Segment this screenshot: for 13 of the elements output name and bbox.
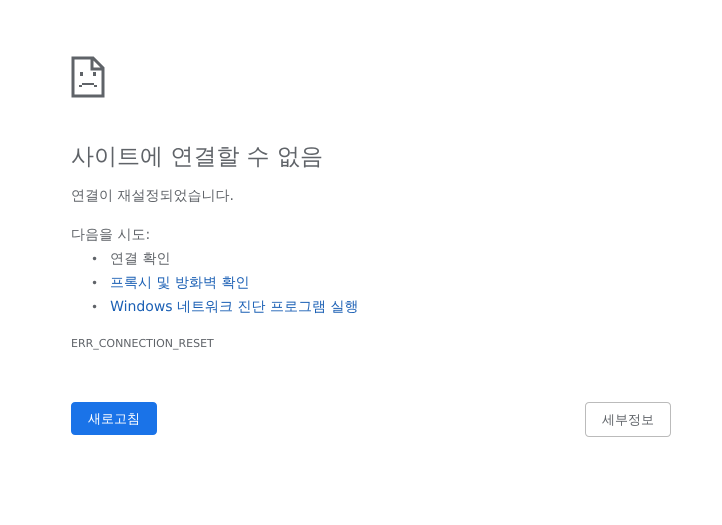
bullet-point: • (91, 299, 98, 316)
details-button[interactable]: 세부정보 (585, 402, 671, 437)
error-code: ERR_CONNECTION_RESET (71, 336, 215, 352)
suggestion-link[interactable]: 프록시 및 방화벽 확인 (110, 271, 250, 295)
bullet-point: • (91, 251, 98, 268)
suggestions-intro: 다음을 시도: (71, 226, 152, 245)
sad-page-icon (71, 56, 105, 98)
error-heading: 사이트에 연결할 수 없음 (71, 143, 324, 172)
bullet-point: • (91, 275, 98, 292)
reload-button[interactable]: 새로고침 (71, 402, 157, 435)
error-message: 연결이 재설정되었습니다. (71, 187, 235, 206)
suggestion-link[interactable]: Windows 네트워크 진단 프로그램 실행 (110, 295, 358, 319)
suggestion-text: 연결 확인 (110, 250, 171, 269)
